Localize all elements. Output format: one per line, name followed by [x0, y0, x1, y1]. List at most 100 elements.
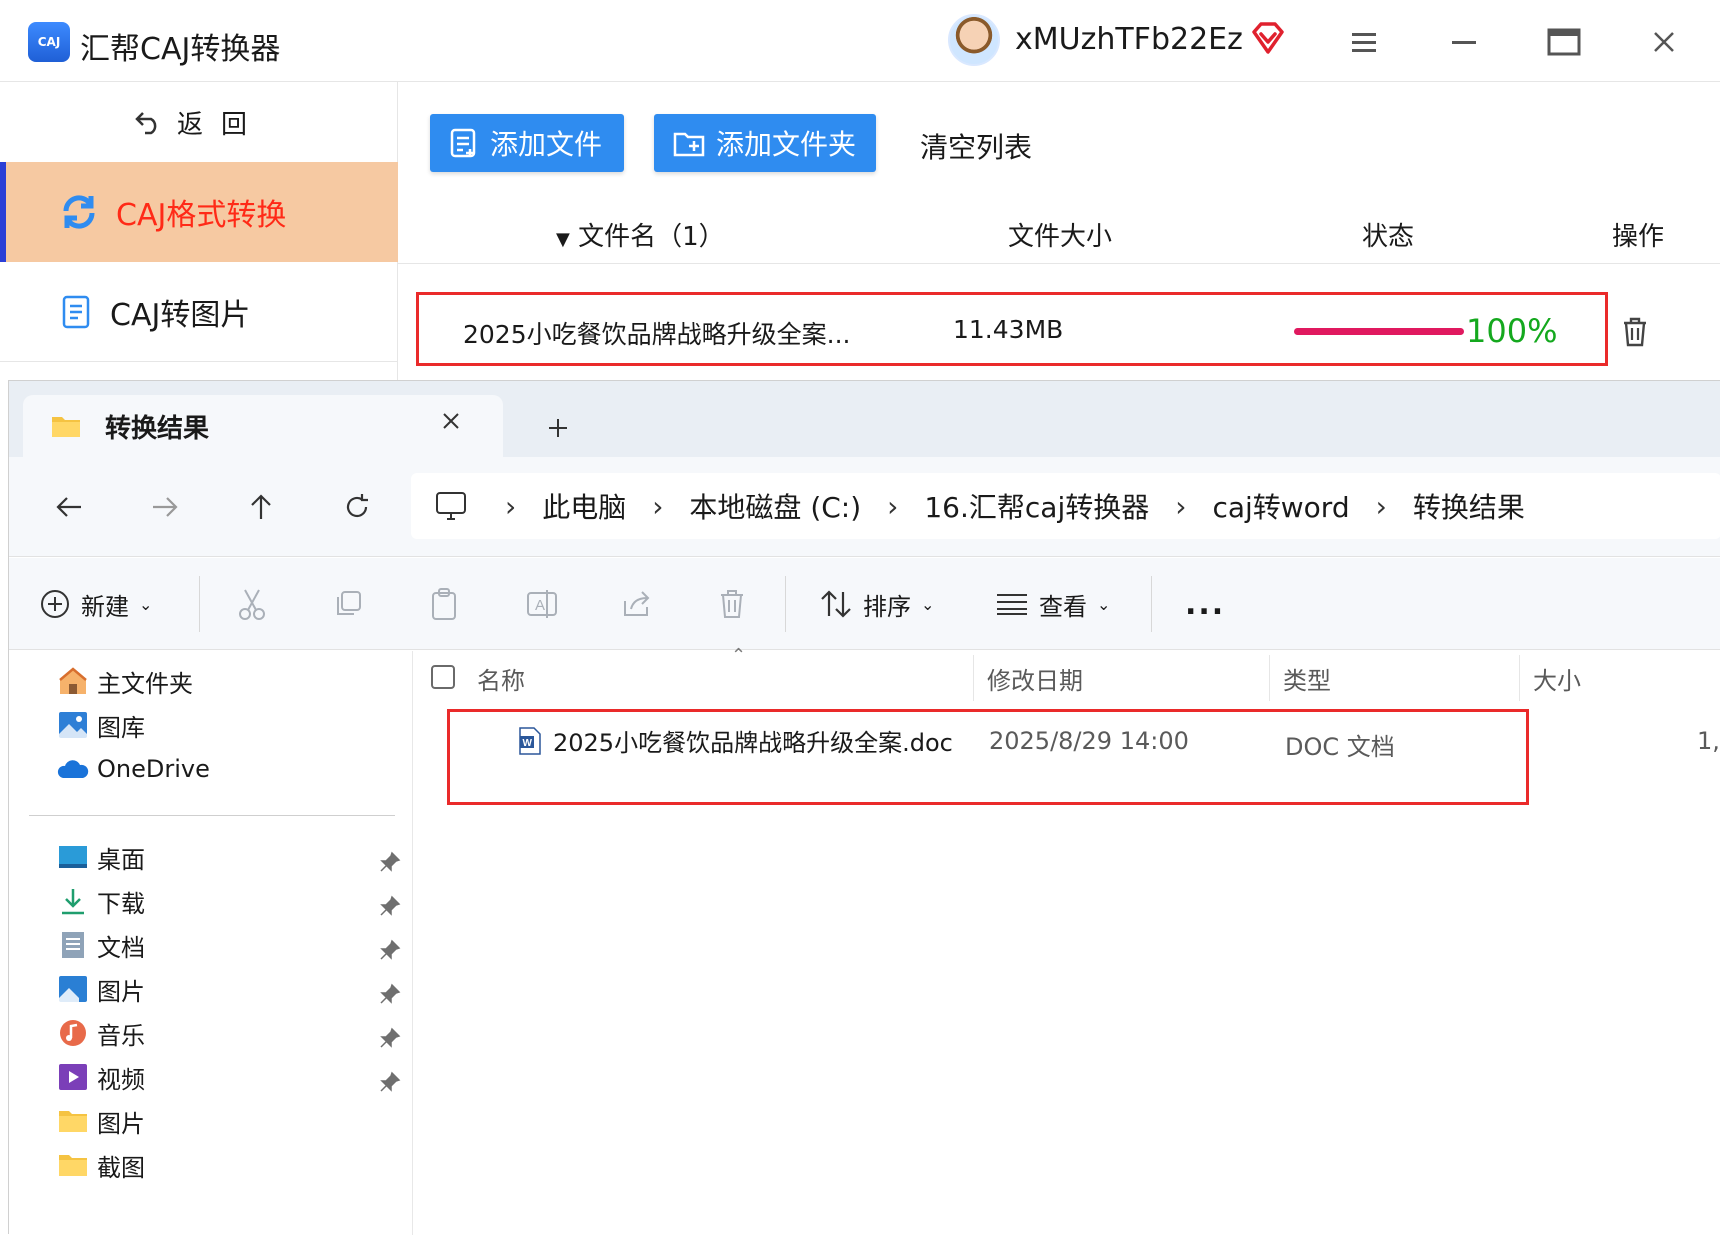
more-button[interactable]: ... — [1185, 584, 1225, 624]
nav-label: 截图 — [97, 1153, 145, 1182]
username[interactable]: xMUzhTFb22Ez — [1015, 22, 1243, 57]
nav-item-documents[interactable]: 文档 — [57, 925, 145, 965]
back-button[interactable]: 返回 — [0, 82, 398, 162]
pin-icon[interactable] — [379, 851, 401, 873]
back-button[interactable] — [49, 487, 89, 527]
minimize-icon[interactable] — [1442, 20, 1486, 64]
chevron-down-icon: ⌄ — [139, 594, 153, 614]
nav-item-onedrive[interactable]: OneDrive — [57, 749, 210, 789]
arrow-up-icon — [251, 494, 271, 519]
crumb-local-disk[interactable]: 本地磁盘 (C:) — [689, 486, 861, 526]
col-name[interactable]: 名称 — [477, 651, 525, 705]
address-bar: › 此电脑 › 本地磁盘 (C:) › 16.汇帮caj转换器 › caj转wo… — [9, 457, 1720, 557]
nav-divider — [29, 815, 395, 816]
sort-indicator-icon: ⌃ — [731, 645, 747, 666]
this-pc-icon[interactable] — [435, 491, 467, 521]
rename-button[interactable]: A — [525, 584, 559, 624]
up-button[interactable] — [241, 487, 281, 527]
crumb-this-pc[interactable]: 此电脑 — [542, 486, 626, 526]
nav-item-pictures[interactable]: 图片 — [57, 969, 145, 1009]
title-bar: CAJ 汇帮CAJ转换器 xMUzhTFb22Ez — [0, 0, 1720, 82]
col-type[interactable]: 类型 — [1283, 651, 1331, 705]
share-icon — [624, 591, 650, 616]
svg-text:A: A — [535, 597, 545, 614]
nav-item-videos[interactable]: 视频 — [57, 1057, 145, 1097]
new-button[interactable]: 新建 ⌄ — [39, 584, 152, 624]
refresh-button[interactable] — [337, 487, 377, 527]
nav-label: 桌面 — [97, 845, 145, 874]
col-operation: 操作 — [1612, 222, 1665, 252]
app-logo-text: CAJ — [37, 35, 61, 49]
file-size: 1,6 — [1697, 727, 1720, 755]
col-date[interactable]: 修改日期 — [987, 651, 1083, 705]
chevron-down-icon: ⌄ — [921, 594, 935, 614]
maximize-icon[interactable] — [1542, 20, 1586, 64]
svg-text:W: W — [523, 738, 533, 749]
user-avatar[interactable] — [948, 14, 1000, 66]
file-type: DOC 文档 — [1285, 733, 1395, 761]
caret-down-icon: ▼ — [556, 229, 570, 250]
delete-button[interactable] — [717, 584, 747, 624]
nav-item-desktop[interactable]: 桌面 — [57, 837, 145, 877]
new-tab-button[interactable] — [539, 409, 577, 447]
explorer-toolbar: 新建 ⌄ A 排序 ⌄ 查看 ⌄ ... — [9, 558, 1720, 650]
nav-label: 文档 — [97, 933, 145, 962]
file-name-label: 2025小吃餐饮品牌战略升级全案.doc — [553, 729, 953, 757]
add-folder-button[interactable]: 添加文件夹 — [654, 114, 876, 172]
chevron-down-icon: ⌄ — [1097, 594, 1111, 614]
toolbar-divider — [1151, 576, 1152, 632]
crumb-app-folder[interactable]: 16.汇帮caj转换器 — [924, 486, 1149, 526]
vip-diamond-icon[interactable] — [1250, 20, 1286, 56]
app-logo-icon: CAJ — [28, 22, 70, 62]
paste-button[interactable] — [429, 584, 459, 624]
tab-close-icon[interactable] — [441, 411, 461, 431]
menu-icon[interactable] — [1342, 20, 1386, 64]
col-filename[interactable]: ▼ 文件名（1） — [556, 216, 725, 253]
nav-item-screenshots[interactable]: 截图 — [57, 1145, 145, 1185]
forward-button[interactable] — [145, 487, 185, 527]
sidebar-item-caj-format[interactable]: CAJ格式转换 — [0, 162, 398, 262]
file-row-size: 11.43MB — [953, 315, 1064, 344]
sidebar-item-label: CAJ转图片 — [110, 297, 251, 333]
back-arrow-icon — [135, 112, 157, 135]
pin-icon[interactable] — [379, 1027, 401, 1049]
rename-icon: A — [527, 590, 557, 618]
copy-button[interactable] — [333, 584, 363, 624]
pin-icon[interactable] — [379, 1071, 401, 1093]
sort-button[interactable]: 排序 ⌄ — [819, 584, 934, 624]
pin-icon[interactable] — [379, 983, 401, 1005]
toolbar-divider — [199, 576, 200, 632]
clear-list-button[interactable]: 清空列表 — [920, 126, 1032, 166]
chevron-right-icon: › — [1375, 489, 1387, 523]
view-button[interactable]: 查看 ⌄ — [995, 584, 1110, 624]
nav-item-music[interactable]: 音乐 — [57, 1013, 145, 1053]
refresh-icon — [63, 195, 95, 229]
cut-button[interactable] — [237, 584, 267, 624]
tab-conversion-results[interactable]: 转换结果 — [23, 395, 503, 457]
crumb-results[interactable]: 转换结果 — [1413, 486, 1525, 526]
arrow-left-icon — [56, 497, 81, 517]
file-name[interactable]: W 2025小吃餐饮品牌战略升级全案.doc — [517, 723, 953, 758]
col-size[interactable]: 大小 — [1533, 651, 1581, 705]
share-button[interactable] — [621, 584, 653, 624]
trash-icon[interactable] — [1620, 316, 1650, 348]
nav-label: 图片 — [97, 977, 145, 1006]
music-icon — [60, 1020, 86, 1046]
crumb-caj-word[interactable]: caj转word — [1212, 486, 1349, 526]
add-file-button[interactable]: 添加文件 — [430, 114, 624, 172]
trash-icon — [721, 590, 743, 618]
nav-label: 图片 — [97, 1109, 145, 1138]
sidebar-item-caj-image[interactable]: CAJ转图片 — [0, 262, 398, 362]
add-file-label: 添加文件 — [490, 128, 603, 161]
nav-item-pictures-folder[interactable]: 图片 — [57, 1101, 145, 1141]
pin-icon[interactable] — [379, 939, 401, 961]
pin-icon[interactable] — [379, 895, 401, 917]
nav-item-home[interactable]: 主文件夹 — [57, 661, 193, 701]
progress-percent: 100% — [1466, 312, 1558, 350]
nav-item-downloads[interactable]: 下载 — [57, 881, 145, 921]
select-all-checkbox[interactable] — [431, 665, 455, 689]
nav-item-gallery[interactable]: 图库 — [57, 705, 145, 745]
close-icon[interactable] — [1642, 20, 1686, 64]
progress-bar — [1294, 328, 1464, 335]
view-list-icon — [997, 594, 1027, 615]
